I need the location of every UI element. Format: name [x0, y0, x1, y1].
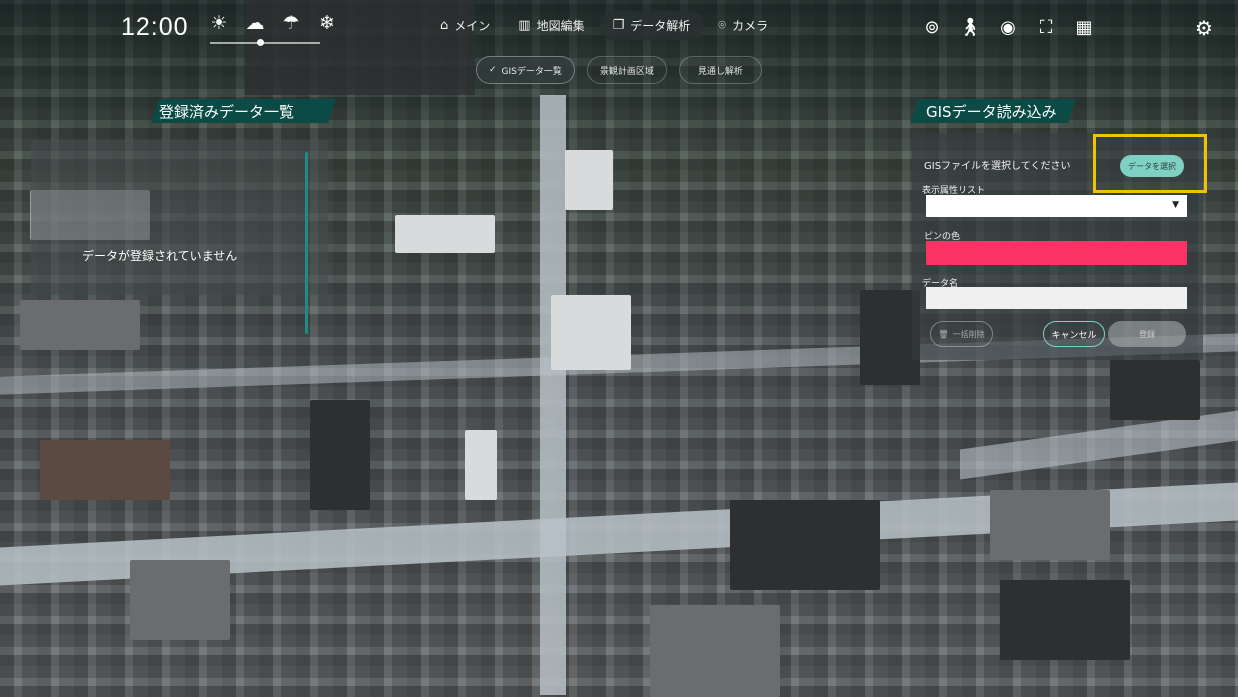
copy-icon: ❐ [612, 18, 625, 33]
tab-data-analysis-label: データ解析 [630, 19, 691, 33]
weather-selector: ☀ ☁ ☂ ❄ [206, 10, 340, 36]
building-icon: ▥ [518, 18, 531, 33]
frame-icon[interactable]: ⛶ [1034, 15, 1058, 39]
tab-main[interactable]: ⌂ メイン [426, 11, 504, 40]
map-building [310, 400, 370, 510]
umbrella-icon[interactable]: ☂ [278, 10, 304, 36]
building-grid-icon[interactable]: ▦ [1072, 15, 1096, 39]
main-tabs: ⌂ メイン ▥ 地図編集 ❐ データ解析 ⌾ カメラ [426, 11, 782, 40]
map-building [130, 560, 230, 640]
check-icon: ✓ [489, 65, 497, 75]
highlight-box [1093, 134, 1207, 193]
walk-icon[interactable]: 🚶︎ [958, 15, 982, 39]
map-building [551, 295, 631, 370]
scrollbar[interactable] [305, 152, 308, 334]
map-building [40, 440, 170, 500]
gear-icon[interactable]: ⚙ [1192, 16, 1216, 40]
camera-icon: ⌾ [718, 18, 727, 33]
subtab-landscape-area[interactable]: 景観計画区域 [586, 56, 667, 84]
map-building [20, 300, 140, 350]
register-button[interactable]: 登録 [1108, 321, 1186, 347]
clock: 12:00 [121, 13, 189, 41]
registered-data-panel-title: 登録済みデータ一覧 [151, 99, 336, 123]
sun-icon[interactable]: ☀ [206, 10, 232, 36]
tab-camera[interactable]: ⌾ カメラ [704, 11, 782, 40]
map-road [540, 95, 566, 695]
sub-tabs: ✓ GISデータ一覧 景観計画区域 見通し解析 [476, 56, 762, 84]
map-building [395, 215, 495, 253]
location-icon[interactable]: ⊚ [920, 15, 944, 39]
time-slider[interactable] [210, 39, 320, 46]
registered-data-panel: データが登録されていません [31, 140, 328, 334]
map-building [730, 500, 880, 590]
cloud-icon[interactable]: ☁ [242, 10, 268, 36]
map-building [565, 150, 613, 210]
tab-data-analysis[interactable]: ❐ データ解析 [598, 11, 705, 40]
data-name-input[interactable] [926, 287, 1187, 309]
time-slider-handle[interactable] [256, 39, 264, 46]
snow-icon[interactable]: ❄ [314, 10, 340, 36]
subtab-landscape-area-label: 景観計画区域 [599, 66, 654, 77]
tab-map-edit[interactable]: ▥ 地図編集 [504, 11, 598, 40]
map-building [650, 605, 780, 697]
subtab-line-of-sight-label: 見通し解析 [697, 66, 743, 77]
map-building [860, 290, 920, 385]
tab-map-edit-label: 地図編集 [536, 19, 585, 33]
delete-all-button[interactable]: 🗑︎ 一括削除 [930, 321, 993, 347]
tab-camera-label: カメラ [732, 19, 769, 33]
home-icon: ⌂ [440, 18, 449, 33]
map-building [465, 430, 497, 500]
subtab-gis-list-label: GISデータ一覧 [501, 66, 562, 77]
map-building [990, 490, 1110, 560]
gis-import-panel-title: GISデータ読み込み [910, 99, 1076, 123]
delete-all-label: 一括削除 [952, 329, 985, 339]
toolbar-right: ⊚ 🚶︎ ◉ ⛶ ▦ [920, 15, 1096, 39]
map-road [960, 410, 1238, 480]
map-building [1000, 580, 1130, 660]
pin-color-picker[interactable] [926, 241, 1187, 265]
subtab-gis-list[interactable]: ✓ GISデータ一覧 [476, 56, 575, 84]
cancel-button[interactable]: キャンセル [1043, 321, 1105, 347]
eye-icon[interactable]: ◉ [996, 15, 1020, 39]
trash-icon: 🗑︎ [938, 329, 949, 339]
map-building [1110, 360, 1200, 420]
dropdown-arrow-icon: ▼ [1172, 200, 1179, 210]
attribute-list-select[interactable]: ▼ [926, 195, 1187, 217]
empty-message: データが登録されていません [82, 249, 238, 263]
file-select-label: GISファイルを選択してください [924, 161, 1071, 172]
subtab-line-of-sight[interactable]: 見通し解析 [678, 56, 762, 84]
tab-main-label: メイン [454, 19, 491, 33]
